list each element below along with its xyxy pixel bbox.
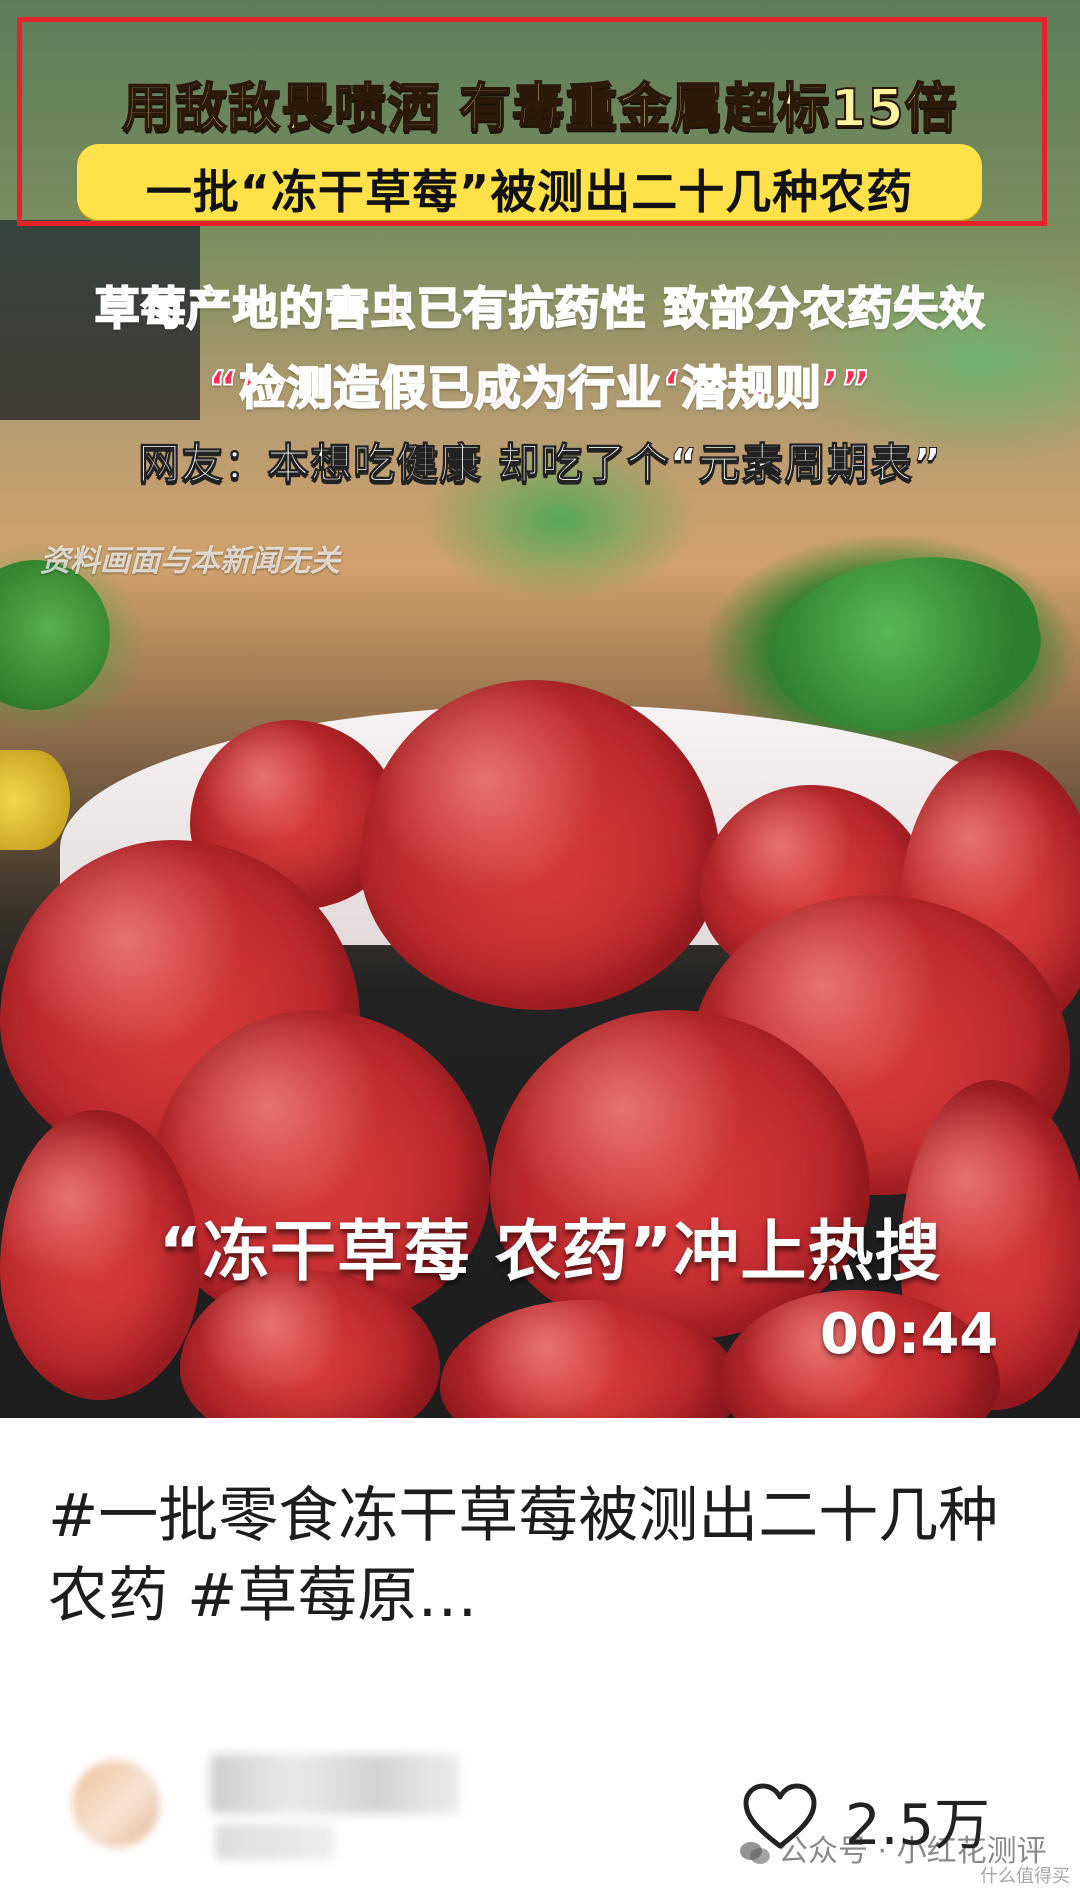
highlight-box: [17, 17, 1047, 226]
avatar[interactable]: [72, 1760, 160, 1848]
background-fruit: [0, 750, 70, 850]
post-card[interactable]: 用敌敌畏喷洒 有毒重金属超标15倍 一批“冻干草莓”被测出二十几种农药 草莓产地…: [0, 0, 1080, 1892]
video-duration: 00:44: [820, 1302, 999, 1367]
background-leaf: [757, 537, 1053, 753]
headline-netizen: 网友：本想吃健康 却吃了个“元素周期表”: [138, 439, 942, 489]
video-cover[interactable]: 用敌敌畏喷洒 有毒重金属超标15倍 一批“冻干草莓”被测出二十几种农药 草莓产地…: [0, 0, 1080, 1418]
watermark-sub: 什么值得买: [980, 1866, 1070, 1887]
headline-resistance: 草莓产地的害虫已有抗药性 致部分农药失效: [94, 281, 986, 336]
background-leaf: [0, 560, 110, 710]
video-overlay-title: “冻干草莓 农药”冲上热搜: [158, 1213, 942, 1290]
headline-fraud: “检测造假已成为行业‘潜规则’”: [207, 360, 872, 416]
username-blurred[interactable]: [210, 1754, 460, 1814]
username-blurred: [215, 1824, 335, 1860]
wechat-icon: [740, 1841, 770, 1864]
disclaimer-text: 资料画面与本新闻无关: [40, 544, 340, 579]
post-title[interactable]: #一批零食冻干草莓被测出二十几种农药 #草莓原…: [48, 1476, 1038, 1636]
